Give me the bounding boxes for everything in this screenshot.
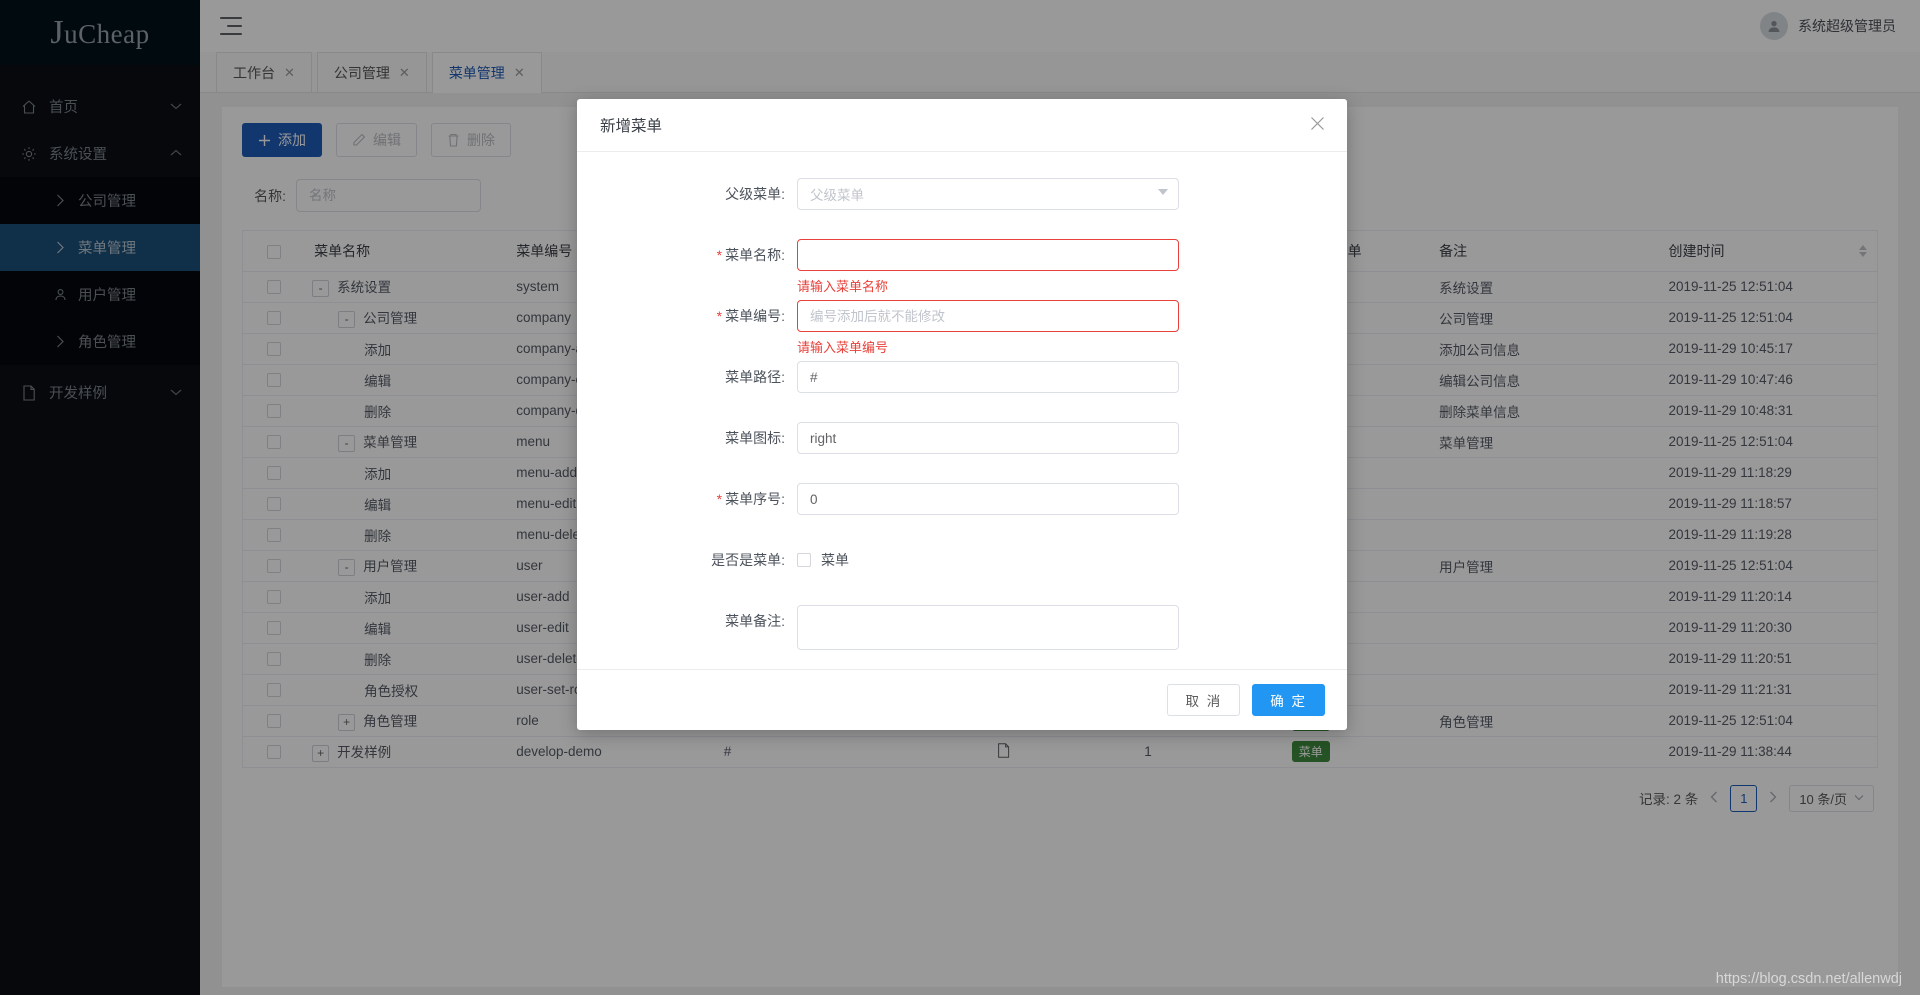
menu-sort-input[interactable]: [797, 483, 1179, 515]
menu-code-input[interactable]: [797, 300, 1179, 332]
parent-menu-select[interactable]: 父级菜单: [797, 178, 1179, 210]
parent-menu-label: 父级菜单:: [577, 178, 797, 233]
is-menu-label: 是否是菜单:: [577, 544, 797, 599]
menu-remark-textarea[interactable]: [797, 605, 1179, 650]
app-root: JuCheap 首页 系统设置: [0, 0, 1920, 995]
menu-name-error: 请输入菜单名称: [797, 276, 1179, 294]
field-row-parent-menu: 父级菜单: 父级菜单: [577, 178, 1347, 233]
close-icon[interactable]: [1310, 116, 1325, 134]
confirm-button[interactable]: 确 定: [1252, 684, 1325, 716]
is-menu-spacer: [797, 581, 1179, 599]
menu-sort-label: *菜单序号:: [577, 483, 797, 538]
watermark-text: https://blog.csdn.net/allenwdj: [1716, 971, 1902, 987]
chevron-down-icon: [1158, 189, 1168, 195]
is-menu-checkbox[interactable]: [797, 553, 811, 567]
dialog-title: 新增菜单: [600, 114, 662, 136]
menu-sort-label-text: 菜单序号:: [725, 491, 785, 507]
field-row-is-menu: 是否是菜单: 菜单: [577, 544, 1347, 599]
parent-menu-spacer: [797, 215, 1179, 233]
menu-code-label-text: 菜单编号:: [725, 308, 785, 324]
menu-path-label: 菜单路径:: [577, 361, 797, 416]
required-asterisk: *: [717, 491, 722, 507]
field-row-menu-remark: 菜单备注:: [577, 605, 1347, 653]
dialog-body: 父级菜单: 父级菜单 *菜单名称: 请输入菜单: [577, 152, 1347, 669]
menu-sort-spacer: [797, 520, 1179, 538]
field-row-menu-sort: *菜单序号:: [577, 483, 1347, 538]
cancel-button[interactable]: 取 消: [1167, 684, 1240, 716]
menu-path-spacer: [797, 398, 1179, 416]
menu-icon-spacer: [797, 459, 1179, 477]
menu-icon-label: 菜单图标:: [577, 422, 797, 477]
required-asterisk: *: [717, 308, 722, 324]
field-row-menu-icon: 菜单图标:: [577, 422, 1347, 477]
is-menu-checkbox-label: 菜单: [821, 550, 849, 570]
dialog-footer: 取 消 确 定: [577, 669, 1347, 730]
field-row-menu-path: 菜单路径:: [577, 361, 1347, 416]
field-row-menu-code: *菜单编号: 请输入菜单编号: [577, 300, 1347, 355]
field-row-menu-name: *菜单名称: 请输入菜单名称: [577, 239, 1347, 294]
menu-code-error: 请输入菜单编号: [797, 337, 1179, 355]
menu-icon-input[interactable]: [797, 422, 1179, 454]
menu-name-label-text: 菜单名称:: [725, 247, 785, 263]
menu-path-input[interactable]: [797, 361, 1179, 393]
add-menu-dialog: 新增菜单 父级菜单: 父级菜单: [577, 99, 1347, 730]
menu-remark-label: 菜单备注:: [577, 605, 797, 653]
required-asterisk: *: [717, 247, 722, 263]
menu-code-label: *菜单编号:: [577, 300, 797, 355]
dialog-header: 新增菜单: [577, 99, 1347, 152]
parent-menu-select-value: 父级菜单: [810, 184, 864, 204]
menu-name-input[interactable]: [797, 239, 1179, 271]
menu-name-label: *菜单名称:: [577, 239, 797, 294]
